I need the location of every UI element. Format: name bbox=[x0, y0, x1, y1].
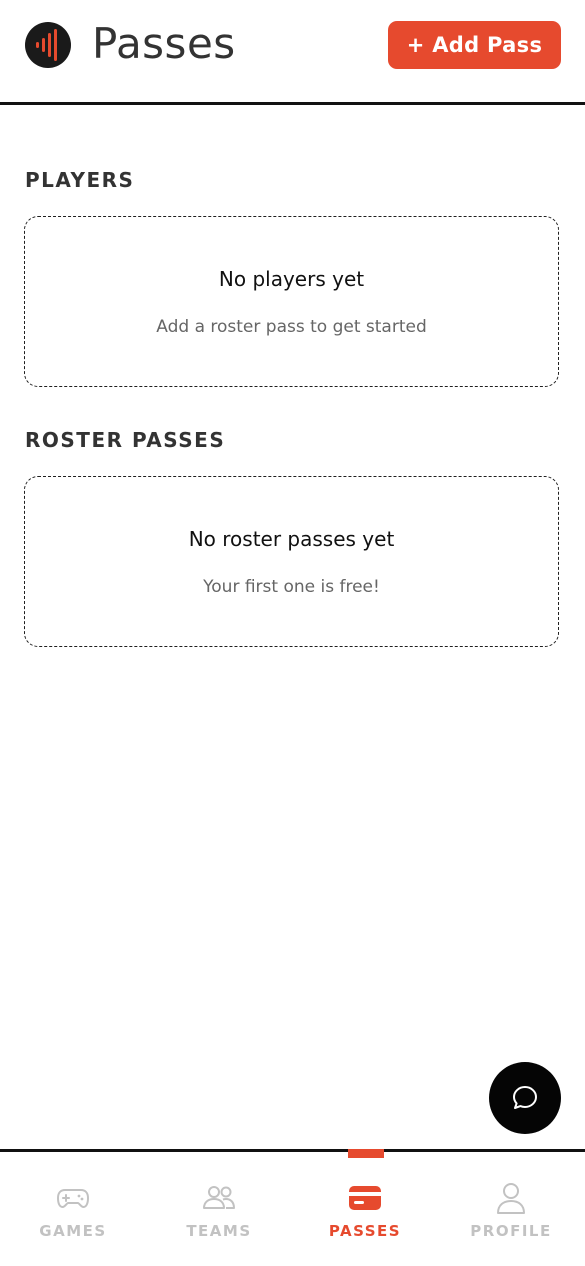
add-pass-button[interactable]: + Add Pass bbox=[388, 21, 561, 69]
nav-label-games: GAMES bbox=[39, 1222, 107, 1240]
app-header: Passes + Add Pass bbox=[0, 0, 585, 105]
app-logo-icon bbox=[25, 22, 71, 68]
page-title: Passes bbox=[92, 19, 236, 68]
nav-item-profile[interactable]: PROFILE bbox=[438, 1152, 584, 1266]
chat-bubble-icon bbox=[513, 1086, 537, 1109]
chat-button[interactable] bbox=[489, 1062, 561, 1134]
players-section-title: PLAYERS bbox=[25, 168, 135, 192]
nav-item-games[interactable]: GAMES bbox=[0, 1152, 146, 1266]
bottom-nav: GAMES TEAMS PASSES PROFILE bbox=[0, 1149, 585, 1266]
pass-card-icon bbox=[349, 1186, 381, 1210]
nav-label-passes: PASSES bbox=[328, 1222, 402, 1240]
users-icon bbox=[203, 1186, 235, 1209]
user-icon bbox=[497, 1183, 525, 1214]
players-empty-state: No players yet Add a roster pass to get … bbox=[24, 216, 559, 387]
gamepad-icon bbox=[57, 1189, 89, 1208]
players-empty-subtitle: Add a roster pass to get started bbox=[156, 317, 427, 337]
sound-bars-logo-icon bbox=[36, 29, 57, 61]
roster-passes-section-title: ROSTER PASSES bbox=[25, 428, 226, 452]
players-empty-title: No players yet bbox=[218, 267, 365, 291]
nav-label-profile: PROFILE bbox=[470, 1222, 552, 1240]
roster-passes-empty-title: No roster passes yet bbox=[188, 527, 395, 551]
roster-passes-empty-subtitle: Your first one is free! bbox=[203, 577, 380, 597]
nav-item-passes[interactable]: PASSES bbox=[292, 1152, 438, 1266]
nav-label-teams: TEAMS bbox=[186, 1222, 252, 1240]
roster-passes-empty-state: No roster passes yet Your first one is f… bbox=[24, 476, 559, 647]
nav-item-teams[interactable]: TEAMS bbox=[146, 1152, 292, 1266]
